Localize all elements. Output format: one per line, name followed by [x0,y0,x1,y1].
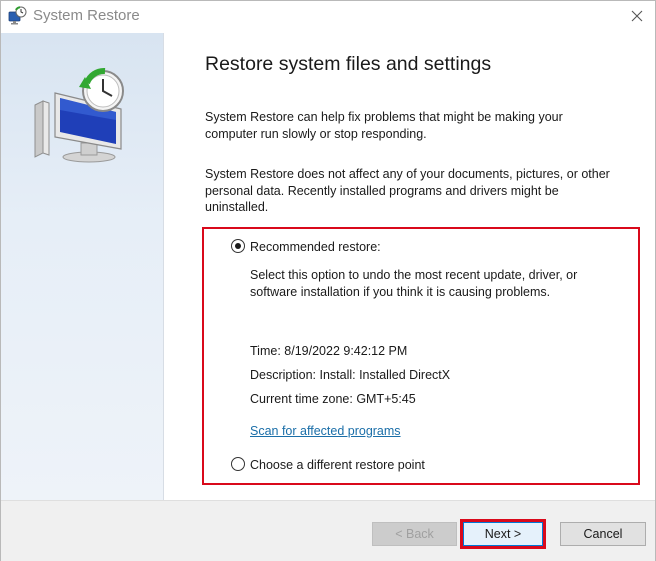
intro-text: System Restore can help fix problems tha… [205,110,563,141]
restore-time-value: 8/19/2022 9:42:12 PM [284,344,408,358]
recommended-restore-radio[interactable] [231,239,245,253]
back-button[interactable]: < Back [372,522,457,546]
restore-time-row: Time: 8/19/2022 9:42:12 PM [250,344,407,358]
restore-time-label: Time: [250,344,281,358]
highlight-next-box [460,519,546,549]
recommended-restore-description: Select this option to undo the most rece… [250,268,578,299]
monitor-clock-restore-icon [34,68,124,163]
scan-affected-programs-link[interactable]: Scan for affected programs [250,424,401,438]
restore-description-row: Description: Install: Installed DirectX [250,368,450,382]
different-restore-point-radio[interactable] [231,457,245,471]
cancel-button[interactable]: Cancel [560,522,646,546]
sidebar-panel [1,33,164,500]
close-icon [631,10,643,22]
restore-description-label: Description: [250,368,316,382]
page-title: Restore system files and settings [205,53,492,75]
window-title: System Restore [33,7,140,24]
time-zone-value: GMT+5:45 [356,392,416,406]
close-button[interactable] [623,3,651,29]
time-zone-row: Current time zone: GMT+5:45 [250,392,416,406]
time-zone-label: Current time zone: [250,392,353,406]
recommended-restore-label[interactable]: Recommended restore: [250,240,381,254]
system-restore-window: System Restore Restore system files and … [0,0,656,561]
title-bar[interactable]: System Restore [1,1,655,33]
button-bar [1,500,655,561]
restore-description-value: Install: Installed DirectX [319,368,451,382]
system-restore-icon [8,6,27,25]
different-restore-point-label[interactable]: Choose a different restore point [250,458,425,472]
info-text: System Restore does not affect any of yo… [205,167,610,214]
